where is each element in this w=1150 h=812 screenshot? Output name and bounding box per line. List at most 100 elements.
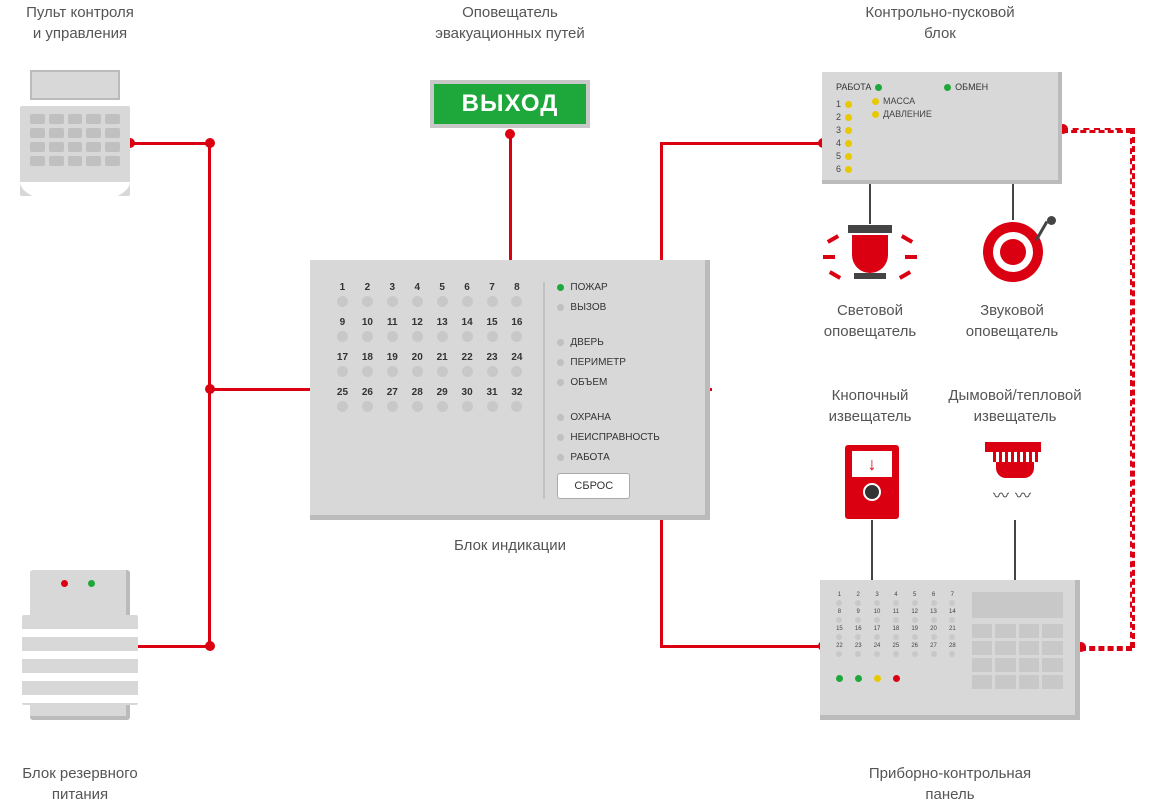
indicator-cell: 21	[434, 352, 451, 377]
cp-cell: 1	[832, 592, 847, 606]
launch-number-list: 1 2 3 4 5 6	[836, 99, 852, 174]
smoke-detector-icon: 〰〰	[985, 442, 1045, 512]
wire	[208, 142, 211, 647]
control-panel-display	[972, 592, 1063, 618]
cp-cell: 13	[926, 609, 941, 623]
indicator-cell: 15	[484, 317, 501, 342]
cp-cell: 11	[888, 609, 903, 623]
led-gray-icon	[557, 379, 564, 386]
led-green-icon	[855, 675, 862, 682]
launch-right-label: ОБМЕН	[955, 82, 988, 92]
cp-cell: 7	[945, 592, 960, 606]
indicator-cell: 30	[459, 387, 476, 412]
control-panel-keypad	[972, 624, 1063, 689]
led-green-icon	[944, 84, 951, 91]
label-call-point: Кнопочныйизвещатель	[810, 385, 930, 427]
sound-alarm-icon	[978, 222, 1048, 287]
led-yellow-icon	[874, 675, 881, 682]
control-panel-grid: 1234567891011121314151617181920212223242…	[832, 592, 960, 657]
led-gray-icon	[557, 454, 564, 461]
connection-dot	[205, 384, 215, 394]
launch-num: 5	[836, 151, 841, 161]
status-label: ОХРАНА	[570, 412, 611, 423]
wire-dashed	[1080, 646, 1132, 651]
wire-dashed	[1062, 128, 1132, 133]
cp-cell: 15	[832, 626, 847, 640]
led-red-icon	[61, 580, 68, 587]
call-point-icon: ↓	[845, 445, 899, 519]
cp-cell: 17	[870, 626, 885, 640]
indicator-cell: 8	[508, 282, 525, 307]
led-yellow-icon	[845, 140, 852, 147]
indicator-cell: 4	[409, 282, 426, 307]
label-exit-sign: Оповещательэвакуационных путей	[400, 2, 620, 44]
led-yellow-icon	[845, 114, 852, 121]
cp-cell: 19	[907, 626, 922, 640]
indicator-block-device: 1234567891011121314151617181920212223242…	[310, 260, 710, 520]
label-keypad: Пульт контроляи управления	[0, 2, 160, 44]
label-launch-block: Контрольно-пусковойблок	[810, 2, 1070, 44]
cp-cell: 6	[926, 592, 941, 606]
cp-cell: 27	[926, 643, 941, 657]
cp-cell: 4	[888, 592, 903, 606]
led-gray-icon	[557, 339, 564, 346]
indicator-cell: 11	[384, 317, 401, 342]
indicator-cell: 7	[484, 282, 501, 307]
cp-cell: 22	[832, 643, 847, 657]
launch-num: 1	[836, 99, 841, 109]
cp-cell: 26	[907, 643, 922, 657]
indicator-cell: 19	[384, 352, 401, 377]
launch-right-label: ДАВЛЕНИЕ	[883, 109, 932, 119]
indicator-cell: 25	[334, 387, 351, 412]
indicator-cell: 24	[508, 352, 525, 377]
indicator-grid: 1234567891011121314151617181920212223242…	[334, 282, 525, 412]
indicator-cell: 5	[434, 282, 451, 307]
led-yellow-icon	[845, 127, 852, 134]
label-power-block: Блок резервногопитания	[0, 763, 160, 805]
call-point-button-icon	[863, 483, 881, 501]
connector-line	[1014, 520, 1016, 582]
wire	[128, 645, 210, 648]
cp-cell: 9	[851, 609, 866, 623]
led-yellow-icon	[845, 166, 852, 173]
led-red-icon	[893, 675, 900, 682]
indicator-cell: 14	[459, 317, 476, 342]
cp-cell: 3	[870, 592, 885, 606]
label-smoke-detector: Дымовой/тепловойизвещатель	[940, 385, 1090, 427]
light-alarm-icon	[835, 225, 905, 285]
indicator-cell: 16	[508, 317, 525, 342]
indicator-cell: 27	[384, 387, 401, 412]
reset-button[interactable]: СБРОС	[557, 473, 630, 499]
wire	[130, 142, 210, 145]
connector-line	[869, 184, 871, 224]
cp-cell: 2	[851, 592, 866, 606]
label-indicator-block: Блок индикации	[410, 535, 610, 556]
cp-cell: 8	[832, 609, 847, 623]
wire	[660, 142, 825, 145]
label-sound-alarm: Звуковойоповещатель	[952, 300, 1072, 342]
cp-cell: 14	[945, 609, 960, 623]
indicator-cell: 2	[359, 282, 376, 307]
indicator-cell: 31	[484, 387, 501, 412]
indicator-cell: 18	[359, 352, 376, 377]
status-label: ПЕРИМЕТР	[570, 357, 626, 368]
cp-cell: 28	[945, 643, 960, 657]
control-panel-device: 1234567891011121314151617181920212223242…	[820, 580, 1080, 720]
status-label: ДВЕРЬ	[570, 337, 603, 348]
wire	[660, 645, 825, 648]
launch-num: 4	[836, 138, 841, 148]
status-label: РАБОТА	[570, 452, 609, 463]
indicator-cell: 28	[409, 387, 426, 412]
indicator-cell: 13	[434, 317, 451, 342]
launch-num: 6	[836, 164, 841, 174]
led-gray-icon	[557, 414, 564, 421]
cp-cell: 10	[870, 609, 885, 623]
keypad-screen	[30, 70, 120, 100]
indicator-cell: 32	[508, 387, 525, 412]
cp-cell: 25	[888, 643, 903, 657]
label-light-alarm: Световойоповещатель	[810, 300, 930, 342]
keypad-device	[20, 70, 130, 210]
keypad-body	[20, 106, 130, 196]
status-label: ВЫЗОВ	[570, 302, 606, 313]
indicator-cell: 26	[359, 387, 376, 412]
